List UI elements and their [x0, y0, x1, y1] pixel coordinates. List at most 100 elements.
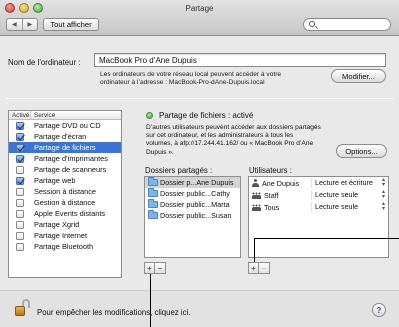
- service-row[interactable]: Partage web: [9, 175, 121, 186]
- service-checkbox[interactable]: [16, 121, 24, 130]
- folder-icon: [148, 188, 158, 197]
- shared-folder-label: Dossier public...Cathy: [160, 189, 230, 198]
- shared-folder-row[interactable]: Dossier public...Marta: [145, 199, 240, 210]
- service-label: Partage d’imprimantes: [34, 154, 108, 163]
- shared-folder-label: Dossier public...Susan: [160, 211, 232, 220]
- service-checkbox[interactable]: [16, 231, 24, 240]
- service-row[interactable]: Apple Events distants: [9, 208, 121, 219]
- service-row[interactable]: Gestion à distance: [9, 197, 121, 208]
- status-indicator-icon: [146, 112, 153, 119]
- nav-segmented-control: ◀ ▶: [6, 18, 38, 31]
- service-label: Partage de fichiers: [34, 143, 96, 152]
- shared-folder-label: Dossier public...Marta: [160, 200, 230, 209]
- group-icon: [252, 191, 261, 199]
- shared-folder-row[interactable]: Dossier public...Cathy: [145, 188, 240, 199]
- lock-icon[interactable]: [15, 299, 30, 317]
- services-list: Activé Service Partage DVD ou CD Partage …: [8, 110, 122, 278]
- user-name: Ane Dupuis: [262, 178, 300, 188]
- service-row[interactable]: Partage Internet: [9, 230, 121, 241]
- callout-line: [150, 274, 151, 327]
- service-label: Partage DVD ou CD: [34, 121, 101, 130]
- permission-popup[interactable]: Lecture seule ▴ ▾: [311, 201, 388, 212]
- group-icon: [252, 203, 261, 211]
- service-label: Partage Xgrid: [34, 220, 80, 229]
- users-add-remove: + −: [248, 262, 270, 274]
- service-label: Partage d’écran: [34, 132, 87, 141]
- service-checkbox[interactable]: [16, 132, 24, 141]
- search-field[interactable]: [303, 18, 391, 31]
- service-checkbox[interactable]: [16, 220, 24, 229]
- user-row[interactable]: Staff Lecture seule ▴ ▾: [249, 189, 388, 201]
- options-button[interactable]: Options...: [336, 144, 387, 158]
- services-list-header: Activé Service: [9, 111, 121, 120]
- modify-name-button[interactable]: Modifier...: [331, 69, 386, 83]
- show-all-button[interactable]: Tout afficher: [43, 18, 99, 31]
- permission-popup[interactable]: Lecture et écriture ▴ ▾: [311, 177, 388, 188]
- folders-add-remove: + −: [144, 262, 166, 274]
- service-checkbox[interactable]: [16, 154, 24, 163]
- help-button[interactable]: ?: [372, 303, 386, 317]
- services-rows: Partage DVD ou CD Partage d’écran Partage …: [9, 120, 121, 252]
- remove-user-button[interactable]: −: [259, 262, 270, 274]
- user-name: Staff: [264, 190, 279, 200]
- service-row[interactable]: Partage d’imprimantes: [9, 153, 121, 164]
- service-row[interactable]: Partage Xgrid: [9, 219, 121, 230]
- file-sharing-description: D’autres utilisateurs peuvent accéder au…: [146, 124, 321, 156]
- remove-folder-button[interactable]: −: [155, 262, 166, 274]
- service-label: Gestion à distance: [34, 198, 96, 207]
- service-row[interactable]: Partage de fichiers: [9, 142, 121, 153]
- service-row[interactable]: Partage Bluetooth: [9, 241, 121, 252]
- callout-line: [254, 238, 255, 262]
- user-name: Tous: [264, 202, 280, 212]
- service-label: Partage web: [34, 176, 76, 185]
- service-checkbox[interactable]: [16, 176, 24, 185]
- computer-name-field[interactable]: MacBook Pro d’Ane Dupuis: [94, 53, 386, 67]
- user-row[interactable]: Tous Lecture seule ▴ ▾: [249, 201, 388, 213]
- service-checkbox[interactable]: [16, 143, 24, 152]
- service-checkbox[interactable]: [16, 198, 24, 207]
- service-label: Partage Internet: [34, 231, 88, 240]
- service-row[interactable]: Partage DVD ou CD: [9, 120, 121, 131]
- back-arrow-icon[interactable]: ◀: [7, 19, 22, 30]
- shared-folder-row[interactable]: Dossier public...Susan: [145, 210, 240, 221]
- permission-label: Lecture seule: [315, 190, 359, 199]
- sharing-preferences-window: Partage ◀ ▶ Tout afficher Nom de l’ordin…: [0, 0, 399, 327]
- shared-folders-title: Dossiers partagés :: [145, 166, 213, 175]
- add-folder-button[interactable]: +: [144, 262, 155, 274]
- permission-label: Lecture et écriture: [315, 178, 373, 187]
- shared-folders-list: Dossier p...Ane Dupuis Dossier public...C…: [144, 176, 241, 258]
- user-icon: [252, 179, 259, 187]
- add-user-button[interactable]: +: [248, 262, 259, 274]
- service-checkbox[interactable]: [16, 242, 24, 251]
- shared-folder-label: Dossier p...Ane Dupuis: [160, 178, 234, 187]
- file-sharing-status: Partage de fichiers : activé: [159, 111, 254, 120]
- popup-arrows-icon: ▴ ▾: [381, 189, 385, 200]
- folder-icon: [148, 199, 158, 208]
- computer-address-note: Les ordinateurs de votre réseau local pe…: [100, 71, 282, 87]
- folder-icon: [148, 177, 158, 186]
- users-list: Ane Dupuis Lecture et écriture ▴ ▾ Staff Lect…: [248, 176, 389, 258]
- folder-icon: [148, 210, 158, 219]
- column-header-active[interactable]: Activé: [9, 111, 31, 119]
- users-title: Utilisateurs :: [249, 166, 292, 175]
- shared-folder-row[interactable]: Dossier p...Ane Dupuis: [145, 177, 240, 188]
- service-row[interactable]: Partage d’écran: [9, 131, 121, 142]
- service-row[interactable]: Partage de scanneurs: [9, 164, 121, 175]
- service-label: Partage de scanneurs: [34, 165, 107, 174]
- column-header-service[interactable]: Service: [31, 111, 55, 119]
- service-checkbox[interactable]: [16, 165, 24, 174]
- user-row[interactable]: Ane Dupuis Lecture et écriture ▴ ▾: [249, 177, 388, 189]
- service-label: Apple Events distants: [34, 209, 106, 218]
- search-icon: [309, 21, 315, 27]
- section-divider: [6, 98, 393, 99]
- callout-line: [254, 238, 399, 239]
- permission-label: Lecture seule: [315, 202, 359, 211]
- window-title: Partage: [185, 4, 214, 13]
- service-checkbox[interactable]: [16, 187, 24, 196]
- service-row[interactable]: Session à distance: [9, 186, 121, 197]
- service-label: Partage Bluetooth: [34, 242, 94, 251]
- permission-popup[interactable]: Lecture seule ▴ ▾: [311, 189, 388, 200]
- service-checkbox[interactable]: [16, 209, 24, 218]
- service-label: Session à distance: [34, 187, 97, 196]
- forward-arrow-icon[interactable]: ▶: [21, 19, 38, 30]
